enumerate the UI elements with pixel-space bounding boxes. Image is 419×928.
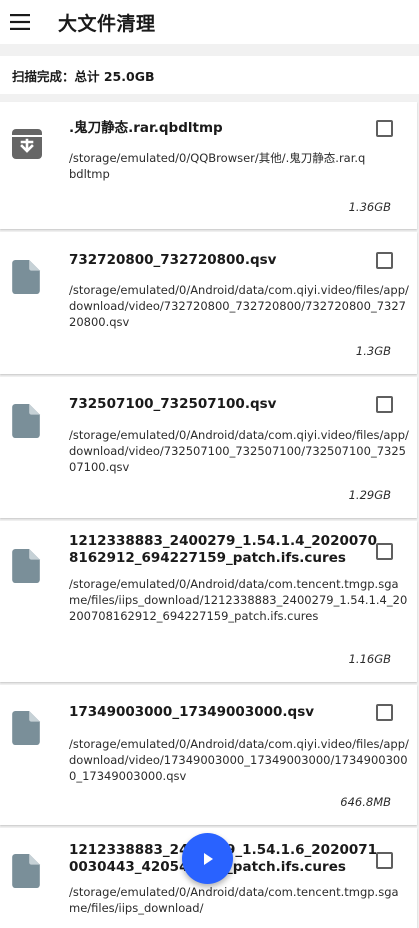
menu-button[interactable] xyxy=(0,0,40,44)
start-clean-button[interactable] xyxy=(182,833,233,884)
file-icon xyxy=(12,854,40,888)
list-item[interactable]: 1212338883_2400279_1.54.1.4_202007081629… xyxy=(0,521,417,682)
file-path: /storage/emulated/0/Android/data/com.qiy… xyxy=(69,737,409,783)
select-checkbox[interactable] xyxy=(376,704,393,721)
select-checkbox[interactable] xyxy=(376,543,393,560)
play-icon xyxy=(203,852,213,865)
list-item[interactable]: 732720800_732720800.qsv /storage/emulate… xyxy=(0,232,417,374)
list-item[interactable]: 732507100_732507100.qsv /storage/emulate… xyxy=(0,377,417,518)
select-checkbox[interactable] xyxy=(376,852,393,869)
select-checkbox[interactable] xyxy=(376,252,393,269)
page-title: 大文件清理 xyxy=(58,12,156,35)
file-name: 17349003000_17349003000.qsv xyxy=(69,704,315,720)
scan-summary-text: 扫描完成：总计 25.0GB xyxy=(12,68,155,84)
file-path: /storage/emulated/0/Android/data/com.ten… xyxy=(69,885,399,915)
file-path: /storage/emulated/0/Android/data/com.qiy… xyxy=(69,283,409,329)
file-size: 646.8MB xyxy=(340,795,391,809)
archive-icon xyxy=(12,129,42,159)
file-name: .鬼刀静态.rar.qbdltmp xyxy=(69,120,223,136)
file-path: /storage/emulated/0/Android/data/com.ten… xyxy=(69,577,408,623)
file-icon xyxy=(12,711,40,745)
file-name: 732720800_732720800.qsv xyxy=(69,252,277,268)
file-icon xyxy=(12,404,40,438)
file-size: 1.16GB xyxy=(348,652,391,666)
scan-summary: 扫描完成：总计 25.0GB xyxy=(0,56,419,94)
list-item[interactable]: 17349003000_17349003000.qsv /storage/emu… xyxy=(0,685,417,825)
select-checkbox[interactable] xyxy=(376,120,393,137)
file-icon xyxy=(12,260,40,294)
file-name: 732507100_732507100.qsv xyxy=(69,396,277,412)
file-size: 1.29GB xyxy=(348,488,391,502)
file-path: /storage/emulated/0/Android/data/com.qiy… xyxy=(69,428,409,474)
app-bar: 大文件清理 xyxy=(0,0,419,44)
file-size: 1.36GB xyxy=(348,200,391,214)
file-name: 1212338883_2400279_1.54.1.4_202007081629… xyxy=(69,533,378,566)
file-path: /storage/emulated/0/QQBrowser/其他/.鬼刀静态.r… xyxy=(69,151,366,181)
list-item[interactable]: .鬼刀静态.rar.qbdltmp /storage/emulated/0/QQ… xyxy=(0,102,417,229)
menu-icon xyxy=(10,14,30,30)
select-checkbox[interactable] xyxy=(376,396,393,413)
file-icon xyxy=(12,549,40,583)
file-size: 1.3GB xyxy=(355,344,391,358)
